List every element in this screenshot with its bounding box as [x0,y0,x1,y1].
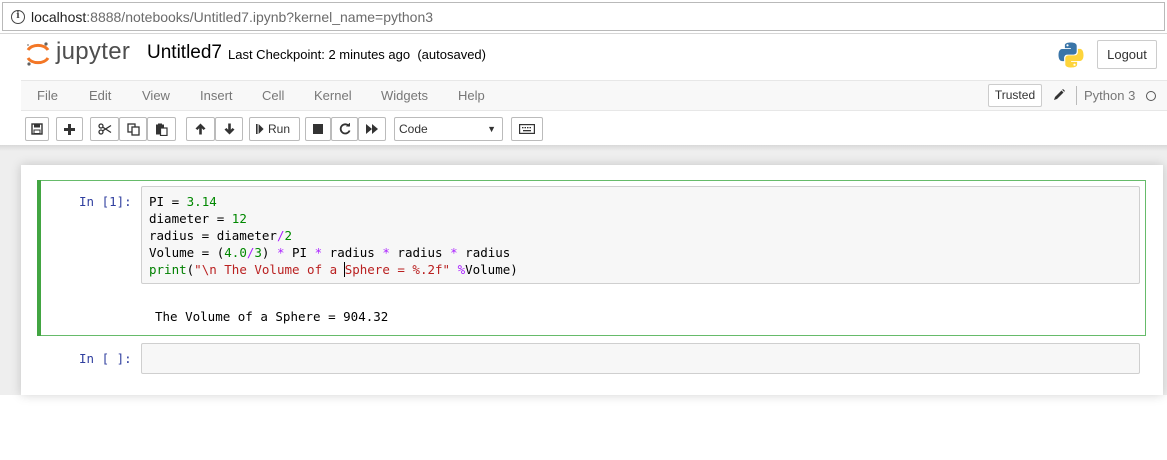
arrow-up-icon [195,123,206,135]
code-line: diameter = 12 [149,211,247,226]
menu-widgets[interactable]: Widgets [381,88,428,103]
menu-edit[interactable]: Edit [89,88,111,103]
cut-icon [97,123,111,135]
caret-down-icon: ▼ [487,124,496,134]
notebook-title[interactable]: Untitled7 [147,42,222,64]
code-line: print("\n The Volume of a Sphere = %.2f"… [149,262,518,277]
cell-output: The Volume of a Sphere = 904.32 [155,309,389,324]
url-host: localhost [31,9,87,25]
save-button[interactable] [25,117,49,141]
python-logo-icon [1058,42,1084,68]
menu-insert[interactable]: Insert [200,88,233,103]
menu-cell[interactable]: Cell [262,88,284,103]
move-down-button[interactable] [215,117,243,141]
logout-button[interactable]: Logout [1097,40,1157,69]
code-line: radius = diameter/2 [149,228,292,243]
info-icon[interactable]: i [11,10,25,24]
cell-selection-bar [37,180,41,336]
text-cursor [343,262,345,277]
copy-button[interactable] [119,117,147,141]
checkpoint-text: Last Checkpoint: 2 minutes ago [228,47,411,62]
insert-cell-button[interactable] [56,117,83,141]
step-forward-icon [256,124,264,134]
menu-kernel[interactable]: Kernel [314,88,352,103]
interrupt-kernel-button[interactable] [305,117,331,141]
menu-file[interactable]: File [37,88,58,103]
url-path: :8888/notebooks/Untitled7.ipynb?kernel_n… [86,9,434,25]
cell-type-select[interactable]: Code ▼ [394,117,503,141]
save-icon [31,123,43,135]
autosave-text: (autosaved) [417,47,486,62]
paste-icon [156,123,168,136]
checkpoint-status: Last Checkpoint: 2 minutes ago (autosave… [228,47,486,62]
move-up-button[interactable] [186,117,215,141]
refresh-icon [339,123,350,135]
trusted-badge[interactable]: Trusted [988,84,1042,107]
menu-help[interactable]: Help [458,88,485,103]
jupyter-logo-icon[interactable] [24,40,52,68]
arrow-down-icon [224,123,234,135]
empty-code-editor[interactable] [141,343,1140,374]
cut-button[interactable] [90,117,119,141]
header-shadow [0,145,1167,151]
menu-view[interactable]: View [142,88,170,103]
url-field[interactable]: i localhost:8888/notebooks/Untitled7.ipy… [2,2,1165,31]
command-palette-button[interactable] [511,117,543,141]
keyboard-icon [519,124,535,134]
stop-icon [313,124,323,134]
restart-run-all-button[interactable] [358,117,386,141]
paste-button[interactable] [147,117,176,141]
restart-kernel-button[interactable] [331,117,358,141]
run-label: Run [268,122,291,136]
input-prompt-empty: In [ ]: [79,351,132,366]
pencil-icon[interactable] [1052,88,1066,102]
kernel-separator [1076,86,1077,105]
url-text[interactable]: localhost:8888/notebooks/Untitled7.ipynb… [31,9,433,25]
input-prompt: In [1]: [79,194,132,209]
code-line: Volume = (4.0/3) * PI * radius * radius … [149,245,511,260]
fast-forward-icon [365,124,378,134]
browser-address-bar: i localhost:8888/notebooks/Untitled7.ipy… [0,0,1167,34]
code-line: PI = 3.14 [149,194,217,209]
run-button[interactable]: Run [249,117,300,141]
kernel-name[interactable]: Python 3 [1084,88,1135,103]
jupyter-logo-text[interactable]: jupyter [56,38,130,66]
cell-type-value: Code [399,122,428,136]
copy-icon [126,122,140,136]
code-editor[interactable]: PI = 3.14 diameter = 12 radius = diamete… [141,186,1140,284]
plus-icon [64,123,75,135]
jupyter-notebook-window: i localhost:8888/notebooks/Untitled7.ipy… [0,0,1167,460]
kernel-idle-indicator-icon [1146,91,1156,101]
